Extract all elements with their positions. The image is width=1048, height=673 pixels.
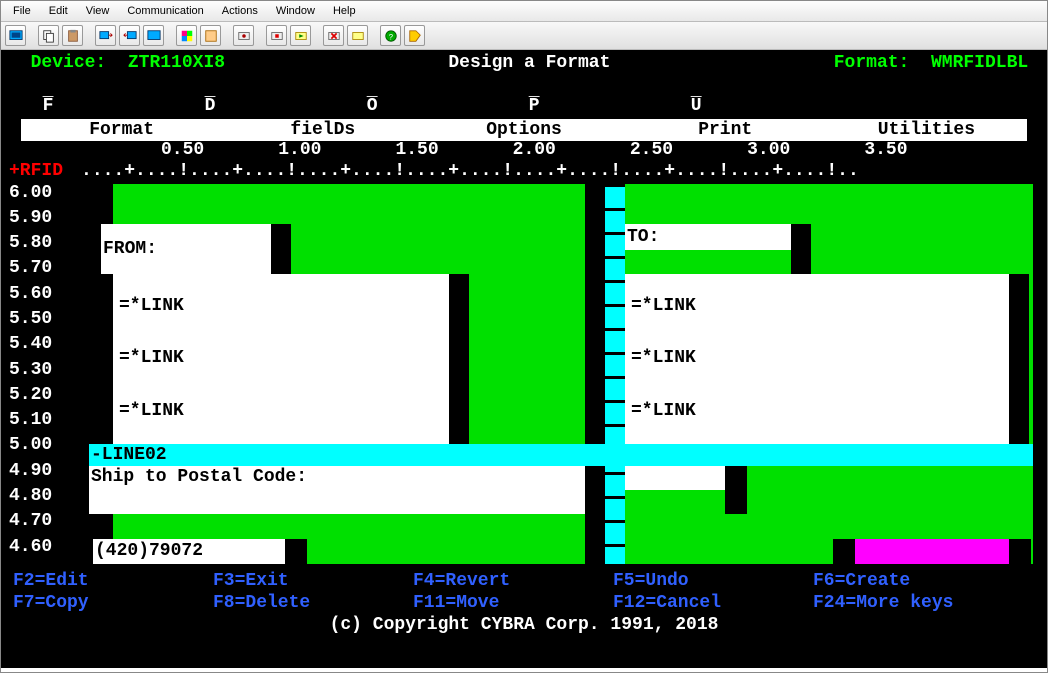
field-line02[interactable]: -LINE02: [89, 444, 1033, 466]
from-links-box[interactable]: =*LINK =*LINK =*LINK: [113, 274, 449, 444]
to-link-2[interactable]: =*LINK: [631, 349, 696, 367]
display-icon[interactable]: [143, 25, 164, 46]
record-icon[interactable]: [233, 25, 254, 46]
menu-accents: F D O P U: [1, 97, 1047, 119]
block-to-right: [791, 224, 811, 274]
receive-icon[interactable]: [119, 25, 140, 46]
help-icon[interactable]: ?: [380, 25, 401, 46]
color-icon[interactable]: [176, 25, 197, 46]
function-keys: F2=Edit F3=Exit F4=Revert F5=Undo F6=Cre…: [1, 564, 1047, 612]
playback-icon[interactable]: [347, 25, 368, 46]
menu-actions[interactable]: Actions: [214, 3, 266, 19]
to-link-3[interactable]: =*LINK: [631, 402, 696, 420]
fkey-f11[interactable]: F11=Move: [413, 594, 613, 612]
tab-print[interactable]: Print: [625, 121, 826, 139]
menu-edit[interactable]: Edit: [41, 3, 76, 19]
field-from[interactable]: FROM:: [101, 224, 271, 274]
title-row: Device: ZTR110XI8 Design a Format Format…: [1, 54, 1047, 76]
block-from-right: [271, 224, 291, 274]
ruler-numbers: 0.501.001.502.002.503.003.50: [1, 141, 1047, 163]
from-link-3[interactable]: =*LINK: [119, 402, 184, 420]
y-axis: 6.005.905.805.705.605.505.405.305.205.10…: [9, 184, 52, 563]
block-mag-left: [833, 539, 855, 564]
terminal-screen: Device: ZTR110XI8 Design a Format Format…: [1, 50, 1047, 668]
from-link-1[interactable]: =*LINK: [119, 297, 184, 315]
screen-icon[interactable]: [5, 25, 26, 46]
design-menubar: Format fielDs Options Print Utilities: [21, 119, 1027, 141]
device-label: Device:: [31, 53, 107, 73]
block-ship-right: [725, 466, 747, 514]
block-links-left-end: [449, 274, 469, 444]
map-icon[interactable]: [200, 25, 221, 46]
tab-utilities[interactable]: Utilities: [826, 121, 1027, 139]
copyright: (c) Copyright CYBRA Corp. 1991, 2018: [1, 612, 1047, 634]
fkey-f5[interactable]: F5=Undo: [613, 572, 813, 590]
to-links-box[interactable]: =*LINK =*LINK =*LINK: [625, 274, 1009, 444]
svg-text:?: ?: [388, 33, 393, 42]
screen-title: Design a Format: [225, 54, 834, 76]
close-icon[interactable]: [323, 25, 344, 46]
vertical-rule-2: [585, 184, 605, 564]
field-to[interactable]: TO:: [625, 224, 791, 250]
send-icon[interactable]: [95, 25, 116, 46]
rfid-indicator: +RFID: [9, 161, 63, 181]
tab-format[interactable]: Format: [21, 121, 222, 139]
play-icon[interactable]: [290, 25, 311, 46]
menu-help[interactable]: Help: [325, 3, 364, 19]
magenta-field[interactable]: [855, 539, 1009, 564]
fkey-f12[interactable]: F12=Cancel: [613, 594, 813, 612]
format-label: Format:: [834, 53, 910, 73]
block-mag-right: [1009, 539, 1031, 564]
white-ship-right: [625, 466, 725, 490]
tag-icon[interactable]: [404, 25, 425, 46]
stop-icon[interactable]: [266, 25, 287, 46]
fkey-f4[interactable]: F4=Revert: [413, 572, 613, 590]
menu-communication[interactable]: Communication: [119, 3, 211, 19]
block-links-right-end: [1009, 274, 1029, 444]
fkey-f24[interactable]: F24=More keys: [813, 594, 1013, 612]
toolbar: ?: [1, 22, 1047, 50]
field-ship-to-postal[interactable]: Ship to Postal Code:: [89, 466, 585, 514]
fkey-f2[interactable]: F2=Edit: [13, 572, 213, 590]
fkey-f3[interactable]: F3=Exit: [213, 572, 413, 590]
fkey-f7[interactable]: F7=Copy: [13, 594, 213, 612]
block-postal-end: [285, 539, 307, 564]
field-postal-value[interactable]: (420)79072: [93, 539, 285, 564]
fkey-f8[interactable]: F8=Delete: [213, 594, 413, 612]
center-divider: [605, 184, 625, 564]
design-canvas[interactable]: 6.005.905.805.705.605.505.405.305.205.10…: [1, 184, 1047, 564]
ruler-ticks: ....+....!....+....!....+....!....+....!…: [63, 161, 859, 181]
format-value: WMRFIDLBL: [931, 53, 1028, 73]
menu-view[interactable]: View: [78, 3, 118, 19]
to-link-1[interactable]: =*LINK: [631, 297, 696, 315]
ruler-ticks-row: +RFID....+....!....+....!....+....!....+…: [1, 162, 1047, 184]
copy-icon[interactable]: [38, 25, 59, 46]
menu-window[interactable]: Window: [268, 3, 323, 19]
fkey-f6[interactable]: F6=Create: [813, 572, 1013, 590]
paste-icon[interactable]: [62, 25, 83, 46]
menu-file[interactable]: File: [5, 3, 39, 19]
tab-options[interactable]: Options: [423, 121, 624, 139]
from-link-2[interactable]: =*LINK: [119, 349, 184, 367]
tab-fields[interactable]: fielDs: [222, 121, 423, 139]
menubar: File Edit View Communication Actions Win…: [1, 1, 1047, 22]
device-value: ZTR110XI8: [128, 53, 225, 73]
